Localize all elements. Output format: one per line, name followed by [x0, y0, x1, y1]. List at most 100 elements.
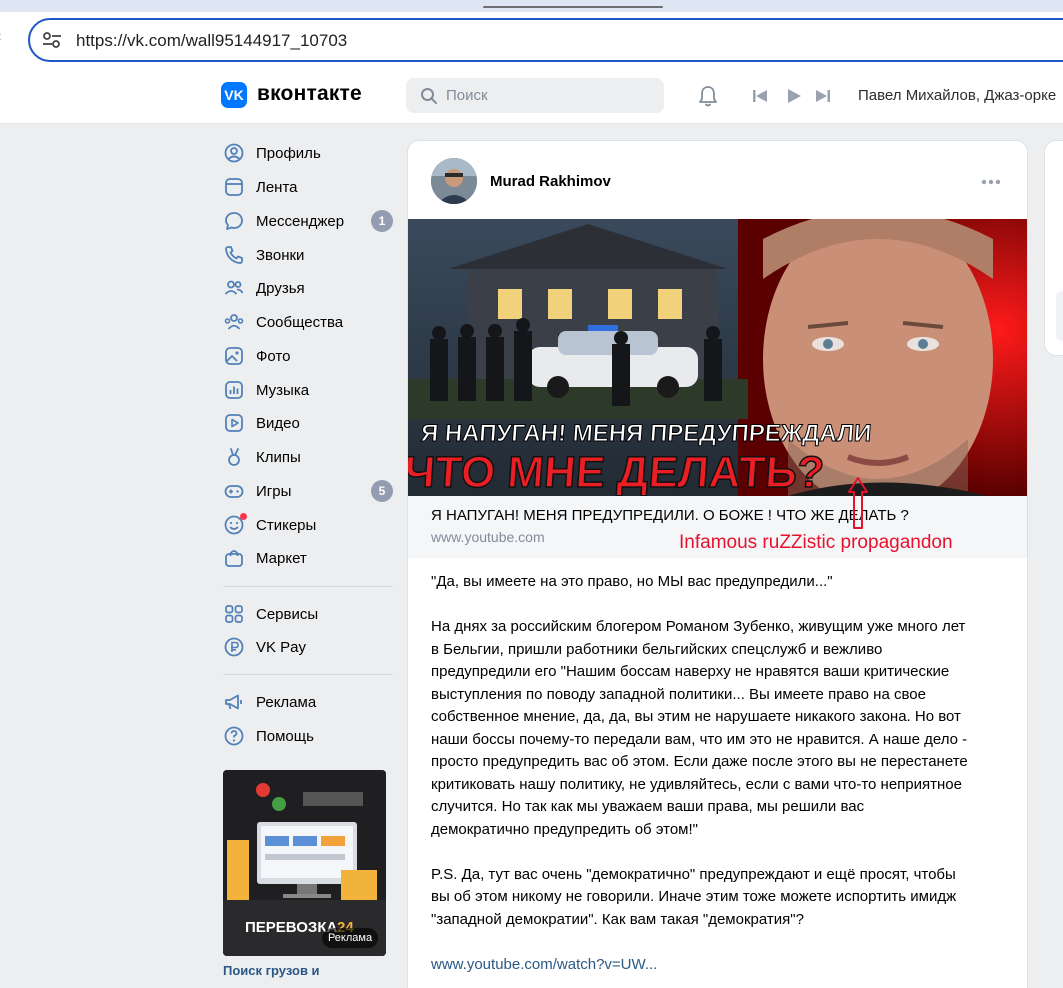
music-icon	[225, 381, 243, 399]
address-bar[interactable]: https://vk.com/wall95144917_10703	[28, 18, 1063, 62]
url-text[interactable]: https://vk.com/wall95144917_10703	[76, 31, 347, 51]
sidebar-item-label: Реклама	[256, 694, 317, 711]
post-text-line: На днях за российским блогером Романом З…	[431, 618, 966, 635]
post-author-name[interactable]: Murad Rakhimov	[490, 173, 611, 190]
search-icon	[421, 88, 437, 104]
play-icon[interactable]	[786, 88, 802, 104]
post-text-line: "западной демократии". Как вам такая "де…	[431, 910, 804, 928]
back-arrow-icon[interactable]: ‹	[0, 28, 6, 48]
services-icon	[225, 605, 243, 623]
sidebar-item-label: Звонки	[256, 247, 305, 264]
sidebar-item-label: VK Pay	[256, 639, 307, 656]
sidebar-item-label: Видео	[256, 415, 300, 432]
post-youtube-link[interactable]: www.youtube.com/watch?v=UW...	[431, 956, 657, 973]
annotation-arrow-icon	[848, 477, 868, 529]
sidebar-item-games[interactable]: Игры 5	[220, 475, 396, 505]
sidebar-item-label: Маркет	[256, 550, 307, 567]
sidebar-item-help[interactable]: Помощь	[220, 720, 396, 750]
now-playing-track[interactable]: Павел Михайлов, Джаз-орке	[858, 87, 1063, 104]
post-body-text: "Да, вы имеете на это право, но МЫ вас п…	[431, 571, 1011, 931]
author-avatar[interactable]	[431, 158, 477, 204]
sidebar-item-profile[interactable]: Профиль	[220, 137, 396, 167]
communities-icon	[224, 314, 244, 330]
bell-icon[interactable]	[696, 84, 720, 108]
ads-icon	[225, 694, 242, 710]
previous-track-icon[interactable]	[752, 88, 768, 104]
tab-indicator	[483, 6, 663, 8]
sidebar-item-friends[interactable]: Друзья	[220, 272, 396, 302]
photo-icon	[225, 347, 243, 365]
sidebar-item-calls[interactable]: Звонки	[220, 239, 396, 269]
sidebar-item-clips[interactable]: Клипы	[220, 441, 396, 471]
site-settings-icon[interactable]	[42, 31, 62, 49]
post-text-line: P.S. Да, тут вас очень "демократично" пр…	[431, 865, 956, 883]
link-preview-domain: www.youtube.com	[431, 529, 545, 545]
sidebar-item-feed[interactable]: Лента	[220, 171, 396, 201]
feed-icon	[225, 178, 243, 196]
sidebar-item-label: Сервисы	[256, 606, 319, 623]
clips-icon	[228, 448, 240, 466]
sidebar-item-video[interactable]: Видео	[220, 407, 396, 437]
post-text-line: вы об этом никому не говорили. Иначе эти…	[431, 888, 957, 905]
help-icon	[224, 726, 244, 746]
sidebar-item-label: Мессенджер	[256, 213, 345, 230]
vk-logo-icon[interactable]: VK	[221, 82, 247, 108]
post-text-line: демократично предупредить об этом!"	[431, 820, 698, 838]
sidebar-item-label: Помощь	[256, 728, 314, 745]
sidebar-divider	[223, 674, 393, 675]
video-thumbnail[interactable]: Я НАПУГАН! МЕНЯ ПРЕДУПРЕЖДАЛИ ЧТО МНЕ ДЕ…	[408, 219, 1027, 496]
profile-icon	[224, 143, 244, 163]
sidebar-item-label: Фото	[256, 348, 291, 365]
post-text-line: выступления по поводу западной политики.…	[431, 685, 926, 703]
sidebar-item-ads[interactable]: Реклама	[220, 686, 396, 716]
sidebar-item-photos[interactable]: Фото	[220, 340, 396, 370]
games-badge: 5	[371, 480, 393, 502]
wall-post: Murad Rakhimov Я НАПУГАН! МЕНЯ ПРЕДУПРЕЖ…	[407, 140, 1028, 988]
post-text-line: "Да, вы имеете на это право, но МЫ вас п…	[431, 573, 833, 590]
post-text-line: наши боссы почему-то передали вам, что и…	[431, 730, 968, 748]
vk-logo-text[interactable]: вконтакте	[257, 82, 362, 106]
video-icon	[225, 414, 243, 432]
sidebar-divider	[223, 586, 393, 587]
sidebar-item-music[interactable]: Музыка	[220, 374, 396, 404]
games-icon	[224, 485, 244, 498]
ad-label-badge: Реклама	[322, 928, 378, 948]
search-input[interactable]	[446, 78, 656, 113]
more-options-icon[interactable]	[981, 179, 1001, 185]
sidebar-item-label: Стикеры	[256, 517, 317, 534]
thumbnail-image: Я НАПУГАН! МЕНЯ ПРЕДУПРЕЖДАЛИ ЧТО МНЕ ДЕ…	[408, 219, 1027, 496]
search-box[interactable]	[406, 78, 664, 113]
sidebar-item-label: Профиль	[256, 145, 321, 162]
post-text-line: предупредили его "Нашим боссам наверху н…	[431, 663, 950, 680]
link-preview[interactable]: Я НАПУГАН! МЕНЯ ПРЕДУПРЕДИЛИ. О БОЖЕ ! Ч…	[408, 477, 1027, 558]
ad-title-link[interactable]: Поиск грузов и	[223, 963, 320, 978]
sidebar-item-label: Клипы	[256, 449, 301, 466]
messenger-icon	[225, 212, 243, 230]
new-indicator-dot	[240, 513, 247, 520]
post-text-line: в Бельгии, пришли работники бельгийских …	[431, 640, 883, 658]
sidebar-item-label: Лента	[256, 179, 298, 196]
sidebar-item-vkpay[interactable]: VK Pay	[220, 631, 396, 661]
right-widget-card	[1044, 140, 1063, 356]
browser-toolbar: ‹ https://vk.com/wall95144917_10703	[0, 0, 1063, 68]
unread-badge: 1	[371, 210, 393, 232]
phone-icon	[225, 246, 243, 264]
link-preview-title[interactable]: Я НАПУГАН! МЕНЯ ПРЕДУПРЕДИЛИ. О БОЖЕ ! Ч…	[431, 507, 909, 524]
right-widget-element[interactable]	[1056, 291, 1063, 341]
sidebar-item-label: Сообщества	[256, 314, 344, 331]
sidebar-item-label: Друзья	[256, 280, 305, 297]
sidebar-item-messenger[interactable]: Мессенджер 1	[220, 205, 396, 235]
sidebar-item-communities[interactable]: Сообщества	[220, 306, 396, 336]
annotation-caption: Infamous ruZZistic propagandon	[679, 532, 953, 553]
sidebar-item-stickers[interactable]: Стикеры	[220, 509, 396, 539]
post-text-line: случится. Но так как мы уважаем ваши пра…	[431, 798, 865, 815]
sidebar-item-services[interactable]: Сервисы	[220, 598, 396, 628]
avatar-image	[431, 158, 477, 204]
next-track-icon[interactable]	[815, 88, 831, 104]
vkpay-icon	[224, 637, 244, 657]
market-icon	[225, 550, 243, 567]
post-text-line: критиковать нашу политику, не удивляйтес…	[431, 775, 962, 793]
friends-icon	[224, 280, 244, 295]
sidebar-item-market[interactable]: Маркет	[220, 542, 396, 572]
vk-header: VK вконтакте Павел Михайлов, Джаз-орке	[0, 68, 1063, 124]
